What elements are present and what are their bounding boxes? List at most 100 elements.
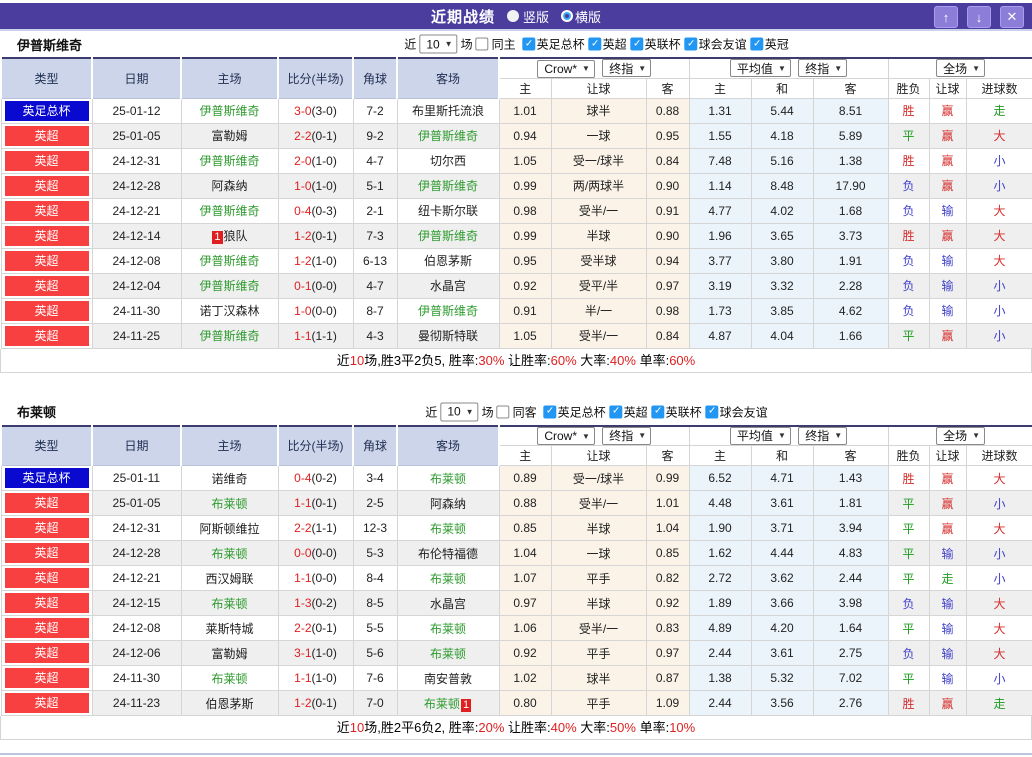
away-team-link[interactable]: 布里斯托流浪 [412, 104, 484, 118]
horizontal-layout-radio[interactable]: 横版 [563, 7, 601, 26]
odds-time-select[interactable]: 终指 ▼ [602, 426, 652, 445]
team-name: 伊普斯维奇 [17, 37, 83, 53]
average-time-select[interactable]: 终指 ▼ [798, 426, 848, 445]
home-team-link[interactable]: 伊普斯维奇 [199, 254, 259, 268]
home-team-link[interactable]: 伊普斯维奇 [199, 204, 259, 218]
home-team-link[interactable]: 狼队 [224, 229, 248, 243]
odds-time-select[interactable]: 终指 ▼ [602, 59, 652, 77]
cell-result-outcome-value: 负 [902, 596, 915, 611]
column-date: 日期 [91, 57, 182, 99]
average-time-select[interactable]: 终指 ▼ [798, 59, 848, 77]
league-checkbox[interactable]: ✓ [651, 405, 665, 419]
games-count-select[interactable]: 10 ▼ [419, 34, 458, 54]
home-team-link[interactable]: 富勒姆 [211, 647, 247, 661]
summary-segment: 单率: [635, 720, 670, 735]
cell-result-outcome-value: 胜 [902, 471, 915, 486]
cell-odds-handicap: 受半/一 [550, 490, 647, 516]
away-team-link[interactable]: 布莱顿 [430, 472, 466, 486]
home-team-link[interactable]: 西汉姆联 [205, 572, 253, 586]
column-score: 比分(半场) [277, 425, 354, 466]
full-time-score: 1-1 [294, 671, 312, 685]
home-team-link[interactable]: 诺维奇 [211, 472, 247, 486]
table-row: 英足总杯 25-01-11 诺维奇 0-4(0-2) 3-4 布莱顿 0.89 受一/球半 0.… [0, 465, 1032, 491]
away-team-link[interactable]: 布莱顿 [430, 572, 466, 586]
away-team-link[interactable]: 水晶宫 [430, 279, 466, 293]
league-checkbox[interactable]: ✓ [705, 405, 719, 419]
cell-result-handicap: 赢 [928, 515, 967, 541]
home-team-link[interactable]: 阿斯顿维拉 [199, 522, 259, 536]
filter-games-label: 场 [481, 405, 494, 419]
full-match-select[interactable]: 全场 ▼ [936, 426, 986, 445]
cell-result-goals: 小 [965, 322, 1032, 349]
close-button[interactable]: ✕ [1000, 6, 1024, 28]
away-team-link[interactable]: 伊普斯维奇 [418, 129, 478, 143]
home-team-link[interactable]: 伊普斯维奇 [199, 154, 259, 168]
away-team-link[interactable]: 布莱顿 [424, 697, 460, 711]
league-checkbox[interactable]: ✓ [684, 37, 698, 51]
games-count-select[interactable]: 10 ▼ [440, 402, 479, 421]
average-select[interactable]: 平均值 ▼ [729, 426, 791, 445]
away-team-link[interactable]: 切尔西 [430, 154, 466, 168]
away-team-link[interactable]: 伯恩茅斯 [424, 254, 472, 268]
average-select[interactable]: 平均值 ▼ [729, 59, 791, 77]
cell-odds-home: 0.92 [498, 272, 552, 299]
home-team-link[interactable]: 阿森纳 [211, 179, 247, 193]
league-checkbox[interactable]: ✓ [543, 405, 557, 419]
table-row: 英超 24-12-14 1 狼队 1-2(0-1) 7-3 伊普斯维奇 0.99 半球 0.90 1… [0, 222, 1032, 249]
away-team-link[interactable]: 纽卡斯尔联 [418, 204, 478, 218]
cell-odds-home: 1.01 [498, 97, 552, 124]
away-team-link[interactable]: 水晶宫 [430, 597, 466, 611]
home-team-link[interactable]: 布莱顿 [211, 497, 247, 511]
away-team-link[interactable]: 南安普敦 [424, 672, 472, 686]
home-team-link[interactable]: 莱斯特城 [205, 622, 253, 636]
column-date: 日期 [91, 425, 182, 466]
vertical-layout-radio[interactable]: 竖版 [506, 7, 549, 26]
home-team-link[interactable]: 诺丁汉森林 [199, 304, 259, 318]
away-team-link[interactable]: 伊普斯维奇 [418, 229, 478, 243]
league-checkbox[interactable]: ✓ [609, 405, 623, 419]
away-team-link[interactable]: 阿森纳 [430, 497, 466, 511]
cell-avg-home: 4.77 [688, 197, 752, 224]
league-badge: 英超 [4, 668, 89, 688]
home-team-link[interactable]: 布莱顿 [211, 672, 247, 686]
away-team-link[interactable]: 伊普斯维奇 [418, 304, 478, 318]
move-down-button[interactable]: ↓ [967, 6, 991, 28]
cell-corners: 7-2 [352, 97, 398, 124]
home-team-link[interactable]: 伊普斯维奇 [199, 279, 259, 293]
league-checkbox[interactable]: ✓ [522, 37, 536, 51]
half-time-score: (0-1) [311, 621, 337, 635]
cell-corners: 4-3 [352, 322, 398, 349]
away-team-link[interactable]: 布莱顿 [430, 522, 466, 536]
away-team-link[interactable]: 曼彻斯特联 [418, 329, 478, 343]
cell-avg-draw: 3.56 [750, 690, 814, 716]
bookmaker-select[interactable]: Crow* ▼ [537, 427, 595, 445]
home-team-link[interactable]: 富勒姆 [211, 129, 247, 143]
summary-segment: 10% [669, 720, 696, 735]
home-team-link[interactable]: 布莱顿 [211, 597, 247, 611]
league-checkbox[interactable]: ✓ [630, 37, 644, 51]
full-match-select[interactable]: 全场 ▼ [936, 59, 986, 77]
home-team-link[interactable]: 布莱顿 [211, 547, 247, 561]
column-odds-handicap: 让球 [550, 77, 647, 99]
home-team-link[interactable]: 伯恩茅斯 [205, 697, 253, 711]
away-team-link[interactable]: 布莱顿 [430, 622, 466, 636]
cell-avg-away: 1.64 [812, 615, 889, 641]
league-checkbox[interactable]: ✓ [750, 37, 764, 51]
league-checkbox[interactable]: ✓ [588, 37, 602, 51]
home-team-link[interactable]: 伊普斯维奇 [199, 329, 259, 343]
away-team-link[interactable]: 布莱顿 [430, 647, 466, 661]
cell-result-outcome: 胜 [887, 147, 930, 174]
away-team-link[interactable]: 伊普斯维奇 [418, 179, 478, 193]
bookmaker-select[interactable]: Crow* ▼ [537, 59, 595, 77]
same-venue-checkbox[interactable] [496, 405, 510, 418]
column-home: 主场 [180, 57, 279, 99]
away-team-link[interactable]: 布伦特福德 [418, 547, 478, 561]
league-badge: 英超 [4, 250, 89, 271]
move-up-button[interactable]: ↑ [934, 6, 958, 28]
cell-odds-away: 0.83 [645, 615, 690, 641]
same-venue-checkbox[interactable] [475, 37, 489, 51]
cell-score: 0-1(0-0) [277, 272, 354, 299]
home-team-link[interactable]: 伊普斯维奇 [199, 104, 259, 118]
cell-home-team: 伊普斯维奇 [180, 197, 279, 224]
cell-odds-handicap: 半球 [550, 515, 647, 541]
